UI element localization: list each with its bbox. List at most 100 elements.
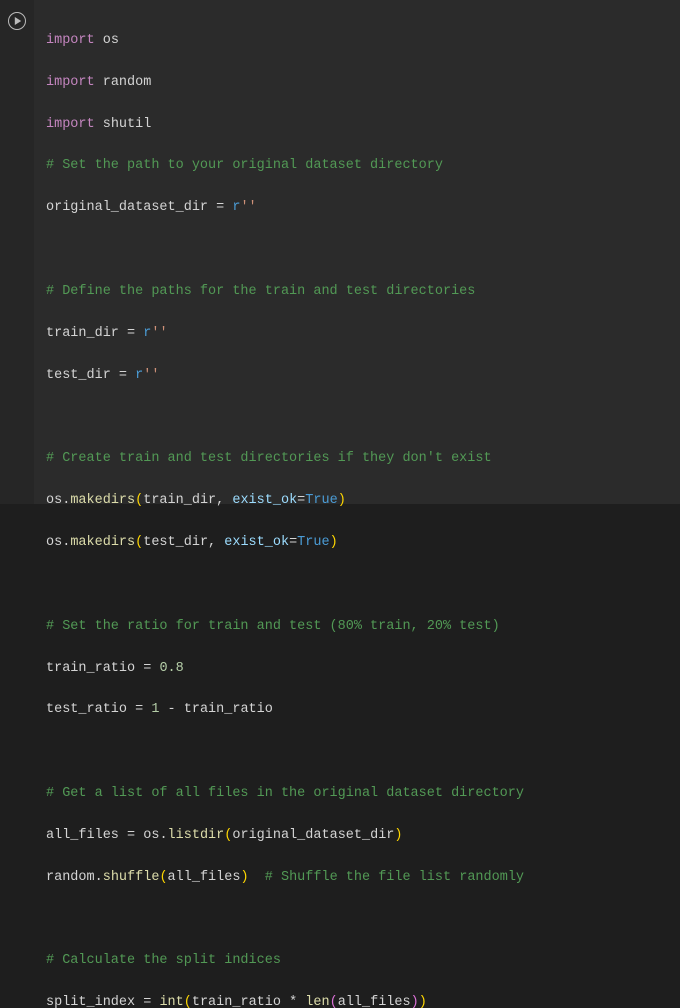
argument: original_dataset_dir bbox=[232, 828, 394, 843]
comment: # Shuffle the file list randomly bbox=[265, 870, 524, 885]
dot: . bbox=[62, 535, 70, 550]
comment: # Set the ratio for train and test (80% … bbox=[46, 619, 500, 634]
variable: all_files bbox=[46, 828, 119, 843]
code-line: random.shuffle(all_files) # Shuffle the … bbox=[46, 868, 670, 889]
code-line: import os bbox=[46, 31, 670, 52]
blank-line bbox=[46, 910, 670, 931]
code-line: # Get a list of all files in the origina… bbox=[46, 784, 670, 805]
code-line: # Create train and test directories if t… bbox=[46, 449, 670, 470]
paren-close-inner: ) bbox=[411, 995, 419, 1008]
comment: # Set the path to your original dataset … bbox=[46, 158, 443, 173]
operator: = bbox=[135, 661, 159, 676]
comment: # Calculate the split indices bbox=[46, 953, 281, 968]
blank-line bbox=[46, 742, 670, 763]
code-editor[interactable]: import os import random import shutil # … bbox=[34, 0, 680, 504]
operator: = bbox=[119, 828, 143, 843]
code-line: test_dir = r'' bbox=[46, 366, 670, 387]
operator: * bbox=[281, 995, 305, 1008]
string-literal: '' bbox=[143, 368, 159, 383]
variable: test_ratio bbox=[46, 702, 127, 717]
module-name: os bbox=[103, 33, 119, 48]
paren-close: ) bbox=[394, 828, 402, 843]
module-name: random bbox=[103, 75, 152, 90]
comma: , bbox=[216, 493, 232, 508]
variable: original_dataset_dir bbox=[46, 200, 208, 215]
comment: # Create train and test directories if t… bbox=[46, 451, 492, 466]
dot: . bbox=[159, 828, 167, 843]
code-line: train_ratio = 0.8 bbox=[46, 659, 670, 680]
keyword-import: import bbox=[46, 117, 95, 132]
operator: = bbox=[111, 368, 135, 383]
paren-close: ) bbox=[338, 493, 346, 508]
code-line: original_dataset_dir = r'' bbox=[46, 198, 670, 219]
code-line: import shutil bbox=[46, 115, 670, 136]
operator: = bbox=[208, 200, 232, 215]
object: os bbox=[143, 828, 159, 843]
operator: = bbox=[135, 995, 159, 1008]
variable: split_index bbox=[46, 995, 135, 1008]
code-line: os.makedirs(train_dir, exist_ok=True) bbox=[46, 491, 670, 512]
code-line: test_ratio = 1 - train_ratio bbox=[46, 700, 670, 721]
number-literal: 1 bbox=[151, 702, 159, 717]
argument: train_ratio bbox=[192, 995, 281, 1008]
function-call: makedirs bbox=[70, 535, 135, 550]
code-line: # Set the path to your original dataset … bbox=[46, 156, 670, 177]
blank-line bbox=[46, 240, 670, 261]
paren-open: ( bbox=[224, 828, 232, 843]
paren-close: ) bbox=[240, 870, 248, 885]
comment: # Define the paths for the train and tes… bbox=[46, 284, 475, 299]
code-line: all_files = os.listdir(original_dataset_… bbox=[46, 826, 670, 847]
string-literal: '' bbox=[151, 326, 167, 341]
code-line: # Calculate the split indices bbox=[46, 951, 670, 972]
builtin-int: int bbox=[159, 995, 183, 1008]
string-literal: '' bbox=[240, 200, 256, 215]
keyword-import: import bbox=[46, 33, 95, 48]
keyword-import: import bbox=[46, 75, 95, 90]
number-literal: 0.8 bbox=[159, 661, 183, 676]
paren-open-inner: ( bbox=[330, 995, 338, 1008]
operator: = bbox=[119, 326, 143, 341]
argument: all_files bbox=[168, 870, 241, 885]
paren-open: ( bbox=[184, 995, 192, 1008]
object: random bbox=[46, 870, 95, 885]
code-line: import random bbox=[46, 73, 670, 94]
variable: test_dir bbox=[46, 368, 111, 383]
keyword-true: True bbox=[305, 493, 337, 508]
variable: train_ratio bbox=[184, 702, 273, 717]
keyword-true: True bbox=[297, 535, 329, 550]
equals: = bbox=[289, 535, 297, 550]
paren-open: ( bbox=[135, 535, 143, 550]
variable: train_dir bbox=[46, 326, 119, 341]
operator: - bbox=[159, 702, 183, 717]
variable: train_ratio bbox=[46, 661, 135, 676]
comma: , bbox=[208, 535, 224, 550]
module-name: shutil bbox=[103, 117, 152, 132]
paren-open: ( bbox=[159, 870, 167, 885]
builtin-len: len bbox=[305, 995, 329, 1008]
object: os bbox=[46, 493, 62, 508]
code-line: train_dir = r'' bbox=[46, 324, 670, 345]
argument: all_files bbox=[338, 995, 411, 1008]
argument: train_dir bbox=[143, 493, 216, 508]
operator: = bbox=[127, 702, 151, 717]
kwarg-name: exist_ok bbox=[224, 535, 289, 550]
whitespace bbox=[249, 870, 265, 885]
run-cell-button[interactable] bbox=[8, 12, 26, 30]
kwarg-name: exist_ok bbox=[232, 493, 297, 508]
paren-close: ) bbox=[419, 995, 427, 1008]
object: os bbox=[46, 535, 62, 550]
argument: test_dir bbox=[143, 535, 208, 550]
dot: . bbox=[95, 870, 103, 885]
code-line: os.makedirs(test_dir, exist_ok=True) bbox=[46, 533, 670, 554]
cell-gutter bbox=[0, 0, 34, 504]
paren-close: ) bbox=[330, 535, 338, 550]
code-line: # Define the paths for the train and tes… bbox=[46, 282, 670, 303]
code-line: # Set the ratio for train and test (80% … bbox=[46, 617, 670, 638]
blank-line bbox=[46, 408, 670, 429]
blank-line bbox=[46, 575, 670, 596]
function-call: makedirs bbox=[70, 493, 135, 508]
play-icon bbox=[14, 17, 22, 25]
code-line: split_index = int(train_ratio * len(all_… bbox=[46, 993, 670, 1008]
comment: # Get a list of all files in the origina… bbox=[46, 786, 524, 801]
function-call: listdir bbox=[168, 828, 225, 843]
